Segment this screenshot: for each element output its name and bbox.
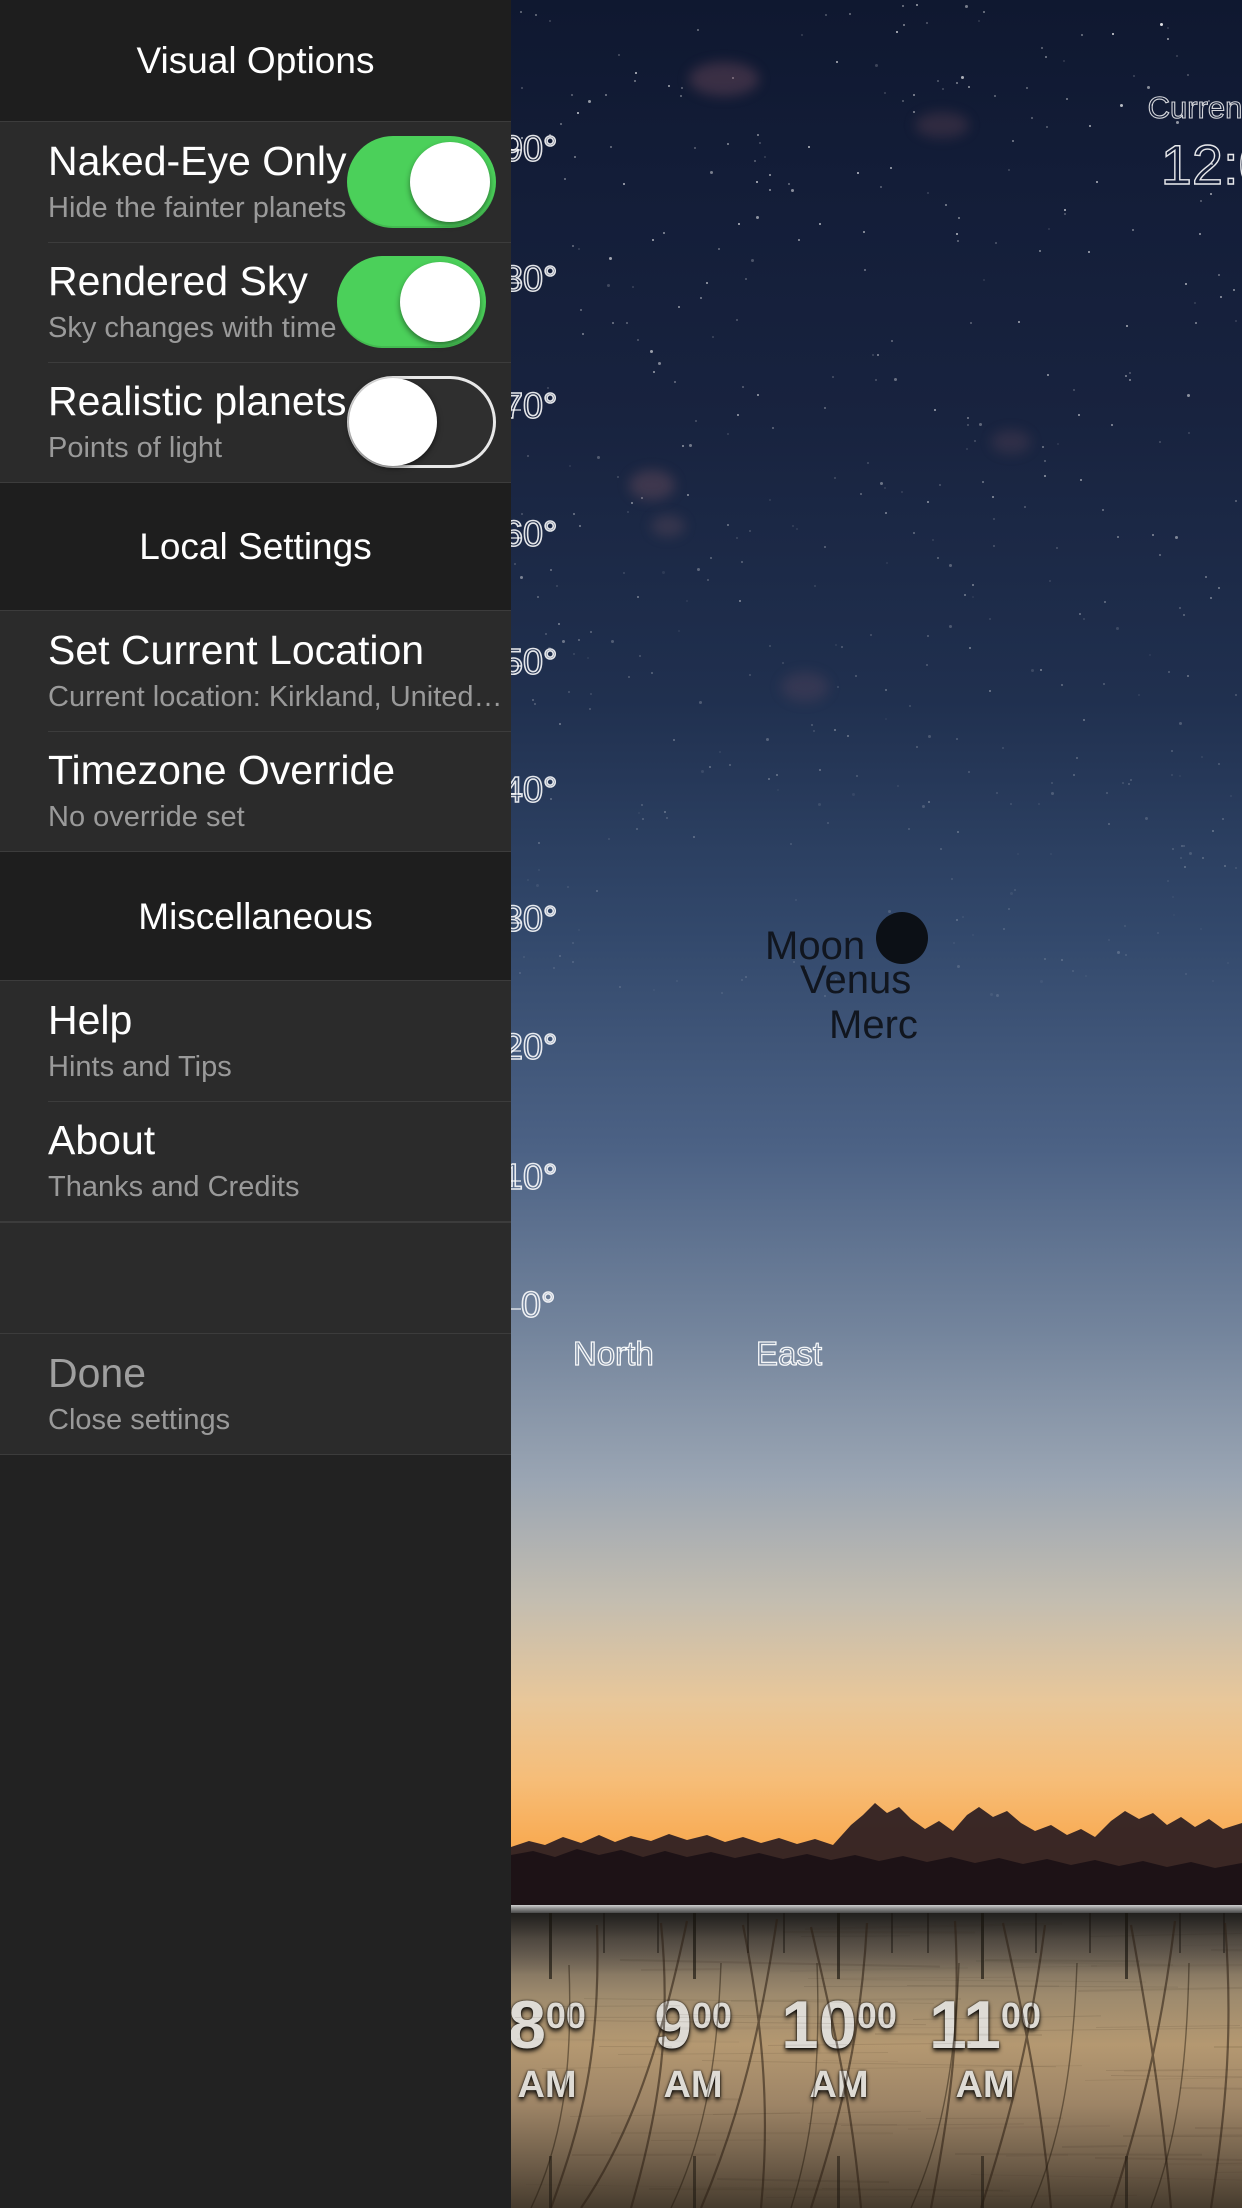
setting-row-naked-eye-only[interactable]: Naked-Eye Only Hide the fainter planets: [0, 122, 511, 242]
altitude-label: 20°: [511, 1026, 558, 1067]
altitude-label: 50°: [511, 641, 558, 682]
setting-row-rendered-sky[interactable]: Rendered Sky Sky changes with time: [0, 242, 511, 362]
wood-grain: [1214, 2045, 1242, 2048]
toggle-realistic-planets[interactable]: [346, 376, 496, 468]
toggle-rendered-sky[interactable]: [336, 256, 486, 348]
altitude-tick: [511, 1308, 521, 1310]
done-title: Done: [48, 1350, 147, 1396]
section-group-visual-options: Naked-Eye Only Hide the fainter planets …: [0, 121, 511, 483]
setting-row-timezone-override[interactable]: Timezone Override No override set: [0, 731, 511, 851]
row-text-block: Naked-Eye Only Hide the fainter planets: [48, 122, 347, 242]
object-label-mercury[interactable]: Merc: [829, 1003, 918, 1047]
section-group-local-settings: Set Current Location Current location: K…: [0, 610, 511, 852]
row-text-block: Timezone Override No override set: [48, 731, 511, 851]
setting-subtitle: Sky changes with time: [48, 312, 337, 344]
altitude-label: 40°: [511, 769, 558, 810]
section-group-done: Done Close settings: [0, 1334, 511, 1455]
setting-title: Set Current Location: [48, 627, 425, 673]
altitude-label: 70°: [511, 385, 558, 426]
compass-label-east: East: [755, 1335, 823, 1372]
setting-row-realistic-planets[interactable]: Realistic planets Points of light: [0, 362, 511, 482]
altitude-label: 10°: [511, 1156, 558, 1197]
row-text-block: Help Hints and Tips: [48, 981, 511, 1101]
grass-overlay: [530, 1918, 1230, 2208]
altitude-label: 30°: [511, 898, 558, 939]
section-header-miscellaneous: Miscellaneous: [0, 852, 511, 980]
setting-title: About: [48, 1117, 156, 1163]
section-header-label: Local Settings: [139, 526, 372, 567]
setting-subtitle: No override set: [48, 801, 245, 833]
section-header-local-settings: Local Settings: [0, 483, 511, 610]
compass-label-north: North: [572, 1335, 654, 1372]
toggle-knob: [399, 262, 480, 342]
empty-row: [0, 1222, 511, 1334]
row-text-block: About Thanks and Credits: [48, 1101, 511, 1221]
setting-title: Realistic planets: [48, 378, 347, 424]
toggle-knob: [409, 142, 490, 222]
setting-subtitle: Current location: Kirkland, United…: [48, 681, 503, 713]
setting-title: Rendered Sky: [48, 258, 308, 304]
sky-location-label: Current locati: [1147, 89, 1242, 125]
wood-grain: [572, 2153, 717, 2156]
object-label-venus[interactable]: Venus: [800, 958, 911, 1002]
section-header-label: Miscellaneous: [138, 895, 373, 937]
toggle-knob: [348, 378, 437, 466]
row-text-block: Rendered Sky Sky changes with time: [48, 242, 337, 362]
setting-subtitle: Thanks and Credits: [48, 1171, 300, 1203]
row-text-block: Done Close settings: [48, 1334, 511, 1454]
row-text-block: Set Current Location Current location: K…: [48, 611, 511, 731]
sky-time-label: 12:00p: [1160, 132, 1242, 196]
time-ruler[interactable]: 800 AM 900 AM 1000 AM 1100 AM: [511, 1905, 1242, 2208]
section-header-label: Visual Options: [136, 40, 375, 81]
app-screen: 90° 80° 70° 60° 50° 40° 30° 20° 10° 0° C…: [0, 0, 1242, 2208]
section-header-visual-options: Visual Options: [0, 0, 511, 121]
sky-view[interactable]: 90° 80° 70° 60° 50° 40° 30° 20° 10° 0° C…: [511, 0, 1242, 2208]
setting-title: Timezone Override: [48, 747, 396, 793]
wood-grain: [610, 2132, 893, 2135]
setting-title: Help: [48, 997, 133, 1043]
done-subtitle: Close settings: [48, 1404, 231, 1436]
altitude-label: 90°: [511, 128, 558, 169]
done-button[interactable]: Done Close settings: [0, 1334, 511, 1454]
setting-row-help[interactable]: Help Hints and Tips: [0, 981, 511, 1101]
setting-subtitle: Hide the fainter planets: [48, 192, 347, 224]
setting-title: Naked-Eye Only: [48, 138, 347, 184]
overlay-tail: [0, 1455, 511, 1855]
moon-disc[interactable]: [876, 912, 928, 964]
setting-row-about[interactable]: About Thanks and Credits: [0, 1101, 511, 1221]
sky-header: Current locati 12:00p: [812, 88, 1242, 198]
row-text-block: Realistic planets Points of light: [48, 362, 347, 482]
altitude-label: 60°: [511, 513, 558, 554]
section-group-miscellaneous: Help Hints and Tips About Thanks and Cre…: [0, 980, 511, 1222]
setting-row-set-current-location[interactable]: Set Current Location Current location: K…: [0, 611, 511, 731]
altitude-label: 0°: [520, 1284, 556, 1325]
settings-overlay: Visual Options Naked-Eye Only Hide the f…: [0, 0, 511, 2208]
altitude-label: 80°: [511, 258, 558, 299]
setting-subtitle: Hints and Tips: [48, 1051, 232, 1083]
setting-subtitle: Points of light: [48, 432, 223, 464]
toggle-naked-eye-only[interactable]: [346, 136, 496, 228]
altitude-scale: 90° 80° 70° 60° 50° 40° 30° 20° 10° 0°: [511, 0, 1242, 1905]
